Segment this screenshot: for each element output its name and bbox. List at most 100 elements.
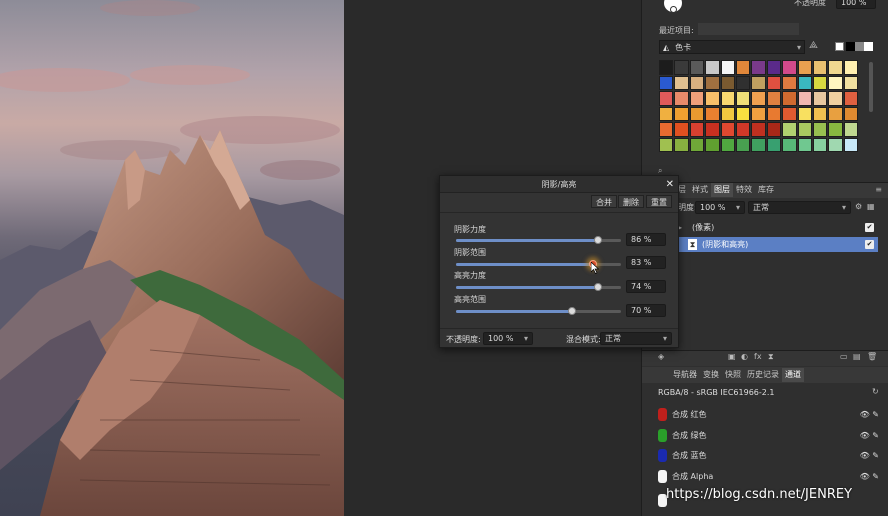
color-swatch[interactable] — [812, 106, 828, 121]
color-swatch[interactable] — [705, 106, 720, 121]
shadow-strength-value[interactable]: 86 % — [626, 233, 666, 246]
layer-visible-checkbox[interactable]: ✔ — [865, 240, 874, 249]
color-swatch[interactable] — [843, 106, 859, 121]
color-swatch[interactable] — [720, 137, 735, 152]
color-swatch[interactable] — [766, 91, 782, 106]
layer-row-shadow-highlight[interactable]: ⧗ (阴影和高亮) ✔ — [678, 237, 878, 252]
fx-icon[interactable]: fx — [754, 352, 762, 361]
color-swatch[interactable] — [674, 60, 689, 75]
color-swatch[interactable] — [674, 106, 689, 121]
color-swatch[interactable] — [797, 106, 812, 121]
color-swatch[interactable] — [735, 60, 751, 75]
gear-icon[interactable]: ⚙ — [855, 202, 862, 211]
color-swatch[interactable] — [828, 60, 843, 75]
color-swatch[interactable] — [659, 137, 674, 152]
color-swatch[interactable] — [843, 122, 859, 137]
refresh-icon[interactable]: ↻ — [872, 387, 879, 396]
folder-icon[interactable]: ▭ — [840, 352, 848, 361]
tab-transform[interactable]: 变换 — [700, 368, 722, 382]
color-swatch[interactable] — [674, 75, 689, 90]
tab-effects[interactable]: 特效 — [733, 183, 755, 197]
color-swatch[interactable] — [720, 106, 735, 121]
add-layer-icon[interactable]: ▤ — [853, 352, 861, 361]
color-swatch[interactable] — [828, 91, 843, 106]
color-swatch[interactable] — [812, 137, 828, 152]
color-swatch[interactable] — [674, 91, 689, 106]
delete-button[interactable]: 删除 — [618, 195, 644, 208]
color-swatch[interactable] — [812, 60, 828, 75]
color-swatch[interactable] — [659, 75, 674, 90]
color-swatch[interactable] — [735, 106, 751, 121]
mask-icon[interactable]: ▣ — [728, 352, 736, 361]
palette-menu-icon[interactable]: ⟁ — [809, 40, 818, 51]
eye-edit-icons[interactable]: 👁 ✎ — [860, 410, 879, 419]
color-swatch[interactable] — [689, 75, 705, 90]
channel-alpha[interactable]: 合成 Alpha 👁 ✎ — [658, 466, 883, 486]
color-swatch[interactable] — [751, 60, 766, 75]
color-swatch[interactable] — [705, 122, 720, 137]
color-swatch[interactable] — [828, 122, 843, 137]
color-swatch[interactable] — [797, 137, 812, 152]
highlight-range-slider[interactable] — [456, 307, 621, 315]
black-swatch[interactable] — [846, 42, 855, 51]
highlight-range-value[interactable]: 70 % — [626, 304, 666, 317]
dialog-titlebar[interactable]: 阴影/高亮 ✕ — [440, 176, 678, 193]
channel-blue[interactable]: 合成 蓝色 👁 ✎ — [658, 445, 883, 465]
color-swatch[interactable] — [843, 91, 859, 106]
eye-edit-icons[interactable]: 👁 ✎ — [860, 451, 879, 460]
color-swatch[interactable] — [782, 75, 797, 90]
color-swatch[interactable] — [689, 106, 705, 121]
color-swatch[interactable] — [735, 91, 751, 106]
color-swatch[interactable] — [766, 60, 782, 75]
white-swatch[interactable] — [864, 42, 873, 51]
gray-swatch[interactable] — [855, 42, 864, 51]
tab-navigator[interactable]: 导航器 — [670, 368, 700, 382]
color-swatch[interactable] — [720, 75, 735, 90]
color-swatch[interactable] — [797, 75, 812, 90]
color-swatch[interactable] — [689, 122, 705, 137]
color-swatch[interactable] — [766, 106, 782, 121]
layer-visible-checkbox[interactable]: ✔ — [865, 223, 874, 232]
highlight-strength-value[interactable]: 74 % — [626, 280, 666, 293]
layer-opacity-field[interactable]: 100 % ▾ — [695, 201, 745, 214]
color-swatch[interactable] — [812, 91, 828, 106]
color-swatch[interactable] — [659, 106, 674, 121]
color-swatch[interactable] — [705, 75, 720, 90]
dialog-blend-dropdown[interactable]: 正常 ▾ — [600, 332, 672, 345]
color-swatch[interactable] — [689, 60, 705, 75]
swatch-grid[interactable] — [659, 60, 860, 152]
color-swatch[interactable] — [812, 75, 828, 90]
layer-stack-icon[interactable]: ◈ — [658, 352, 664, 361]
color-swatch[interactable] — [828, 75, 843, 90]
eye-edit-icons[interactable]: 👁 ✎ — [860, 472, 879, 481]
tab-stock[interactable]: 库存 — [755, 183, 777, 197]
color-swatch[interactable] — [689, 91, 705, 106]
channel-green[interactable]: 合成 绿色 👁 ✎ — [658, 425, 883, 445]
color-swatch[interactable] — [659, 122, 674, 137]
bottom-tabs[interactable]: 导航器 变换 快照 历史记录 通道 — [670, 368, 804, 382]
color-swatch[interactable] — [751, 106, 766, 121]
color-swatch[interactable] — [766, 137, 782, 152]
color-swatch[interactable] — [735, 137, 751, 152]
layers-tabs[interactable]: 层 样式 图层 特效 库存 — [675, 183, 777, 197]
color-swatch[interactable] — [812, 122, 828, 137]
color-swatch[interactable] — [751, 91, 766, 106]
color-swatch[interactable] — [720, 60, 735, 75]
color-swatch[interactable] — [674, 137, 689, 152]
adjustment-layer-icon[interactable]: ◐ — [741, 352, 748, 361]
color-swatch[interactable] — [782, 91, 797, 106]
tab-channels[interactable]: 通道 — [782, 368, 804, 382]
color-swatch[interactable] — [751, 137, 766, 152]
merge-button[interactable]: 合并 — [591, 195, 617, 208]
color-swatch[interactable] — [766, 75, 782, 90]
color-swatch[interactable] — [674, 122, 689, 137]
tab-styles[interactable]: 样式 — [689, 183, 711, 197]
color-stroke-circle[interactable] — [670, 6, 677, 13]
layer-blend-dropdown[interactable]: 正常 ▾ — [748, 201, 851, 214]
color-swatch[interactable] — [705, 91, 720, 106]
color-swatch[interactable] — [782, 106, 797, 121]
dialog-opacity-field[interactable]: 100 % ▾ — [483, 332, 533, 345]
color-swatch[interactable] — [751, 75, 766, 90]
color-swatch[interactable] — [705, 137, 720, 152]
color-swatch[interactable] — [720, 122, 735, 137]
